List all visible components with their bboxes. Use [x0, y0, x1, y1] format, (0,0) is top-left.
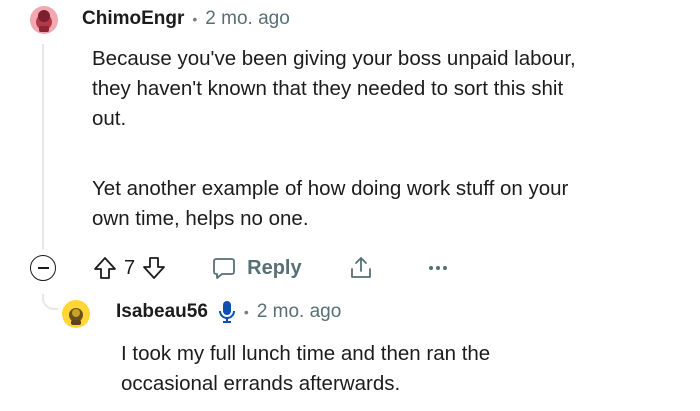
snoo-avatar-icon: [36, 10, 52, 32]
avatar[interactable]: [62, 300, 90, 328]
comment-paragraph: Because you've been giving your boss unp…: [92, 47, 576, 130]
reply-meta: Isabeau56 • 2 mo. ago: [116, 300, 341, 324]
more-icon[interactable]: [428, 264, 448, 272]
comment-timestamp[interactable]: 2 mo. ago: [205, 8, 290, 30]
thread-line: [42, 44, 44, 250]
microphone-icon: [218, 300, 236, 324]
upvote-icon[interactable]: [92, 255, 118, 281]
meta-separator: •: [243, 304, 249, 320]
reply-author[interactable]: Isabeau56: [116, 301, 208, 323]
vote-controls: 7: [92, 255, 167, 281]
reply-button[interactable]: Reply: [211, 255, 302, 281]
comment-author[interactable]: ChimoEngr: [82, 8, 184, 30]
reply-icon: [211, 255, 237, 281]
avatar[interactable]: [30, 6, 58, 34]
reply-timestamp[interactable]: 2 mo. ago: [257, 301, 342, 323]
downvote-icon[interactable]: [141, 255, 167, 281]
vote-count: 7: [124, 256, 136, 279]
collapse-icon[interactable]: [30, 255, 56, 281]
snoo-avatar-icon: [69, 308, 83, 325]
reply-label: Reply: [247, 256, 302, 279]
reply-text: I took my full lunch time and then ran t…: [121, 342, 491, 395]
comment-action-bar: 7 Reply: [30, 250, 448, 286]
reply-thread-connector: [42, 294, 58, 310]
comment-paragraph: Yet another example of how doing work st…: [92, 177, 569, 230]
meta-separator: •: [192, 11, 198, 27]
share-icon[interactable]: [348, 255, 374, 281]
comment-meta: ChimoEngr • 2 mo. ago: [82, 8, 290, 30]
